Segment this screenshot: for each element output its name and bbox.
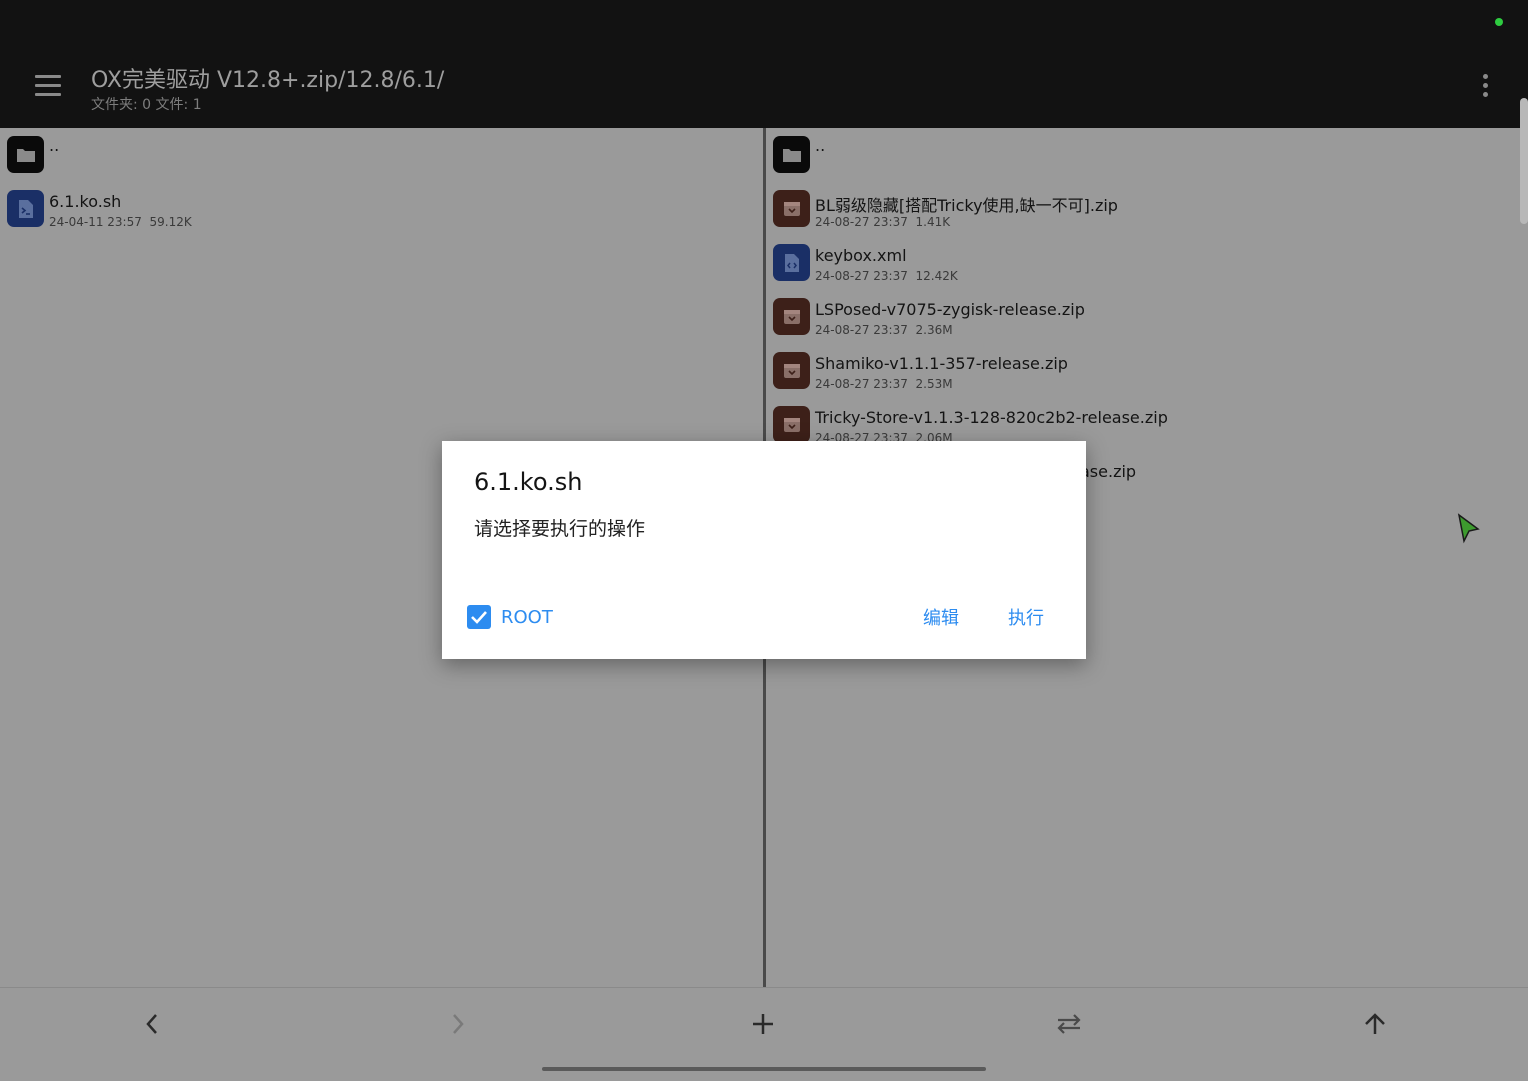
script-file-icon — [7, 190, 44, 227]
file-name: LSPosed-v7075-zygisk-release.zip — [815, 300, 1085, 319]
folder-icon — [7, 136, 44, 173]
parent-directory-label: .. — [815, 136, 826, 155]
archive-icon — [773, 406, 810, 443]
swap-icon[interactable] — [1039, 1004, 1099, 1044]
file-meta: 24-08-27 23:37 2.36M — [815, 323, 953, 337]
mouse-cursor-icon — [1456, 513, 1482, 549]
archive-icon — [773, 298, 810, 335]
hamburger-menu-icon[interactable] — [22, 62, 74, 108]
file-row[interactable]: 6.1.ko.sh 24-04-11 23:57 59.12K — [0, 182, 763, 236]
file-meta: 24-08-27 23:37 2.53M — [815, 377, 953, 391]
path-title: OX完美驱动 V12.8+.zip/12.8/6.1/ — [91, 68, 445, 93]
code-file-icon — [773, 244, 810, 281]
dialog-title: 6.1.ko.sh — [474, 468, 583, 496]
file-name: BL弱级隐藏[搭配Tricky使用,缺一不可].zip — [815, 196, 1118, 215]
file-name: Tricky-Store-v1.1.3-128-820c2b2-release.… — [815, 408, 1168, 427]
root-checkbox[interactable] — [467, 605, 491, 629]
forward-icon[interactable] — [428, 1004, 488, 1044]
file-meta: 24-04-11 23:57 59.12K — [49, 215, 192, 229]
execute-button[interactable]: 执行 — [1008, 604, 1044, 630]
action-dialog: 6.1.ko.sh 请选择要执行的操作 ROOT 编辑 执行 — [442, 441, 1086, 659]
root-checkbox-label[interactable]: ROOT — [501, 607, 553, 628]
home-indicator[interactable] — [542, 1067, 986, 1071]
file-name-partial: ase.zip — [1080, 462, 1137, 481]
file-name: 6.1.ko.sh — [49, 192, 122, 211]
status-indicator — [1495, 18, 1503, 26]
folder-icon — [773, 136, 810, 173]
parent-directory-label: .. — [49, 136, 60, 155]
file-row[interactable]: Shamiko-v1.1.1-357-release.zip 24-08-27 … — [766, 344, 1528, 398]
file-row[interactable]: keybox.xml 24-08-27 23:37 12.42K — [766, 236, 1528, 290]
file-name: keybox.xml — [815, 246, 907, 265]
file-row[interactable]: LSPosed-v7075-zygisk-release.zip 24-08-2… — [766, 290, 1528, 344]
file-meta: 24-08-27 23:37 1.41K — [815, 215, 951, 229]
parent-directory-row[interactable]: .. — [766, 128, 1528, 182]
dialog-message: 请选择要执行的操作 — [474, 518, 646, 540]
back-icon[interactable] — [122, 1004, 182, 1044]
archive-icon — [773, 190, 810, 227]
top-app-bar: OX完美驱动 V12.8+.zip/12.8/6.1/ 文件夹: 0 文件: 1 — [0, 0, 1528, 128]
edit-button[interactable]: 编辑 — [923, 604, 959, 630]
file-row[interactable]: BL弱级隐藏[搭配Tricky使用,缺一不可].zip 24-08-27 23:… — [766, 182, 1528, 236]
folder-file-count: 文件夹: 0 文件: 1 — [91, 97, 202, 113]
file-name: Shamiko-v1.1.1-357-release.zip — [815, 354, 1068, 373]
add-icon[interactable] — [733, 1004, 793, 1044]
file-meta: 24-08-27 23:37 12.42K — [815, 269, 958, 283]
scrollbar-thumb[interactable] — [1520, 98, 1528, 224]
checkmark-icon — [471, 611, 487, 624]
up-icon[interactable] — [1345, 1004, 1405, 1044]
archive-icon — [773, 352, 810, 389]
more-options-icon[interactable] — [1470, 70, 1500, 100]
parent-directory-row[interactable]: .. — [0, 128, 763, 182]
